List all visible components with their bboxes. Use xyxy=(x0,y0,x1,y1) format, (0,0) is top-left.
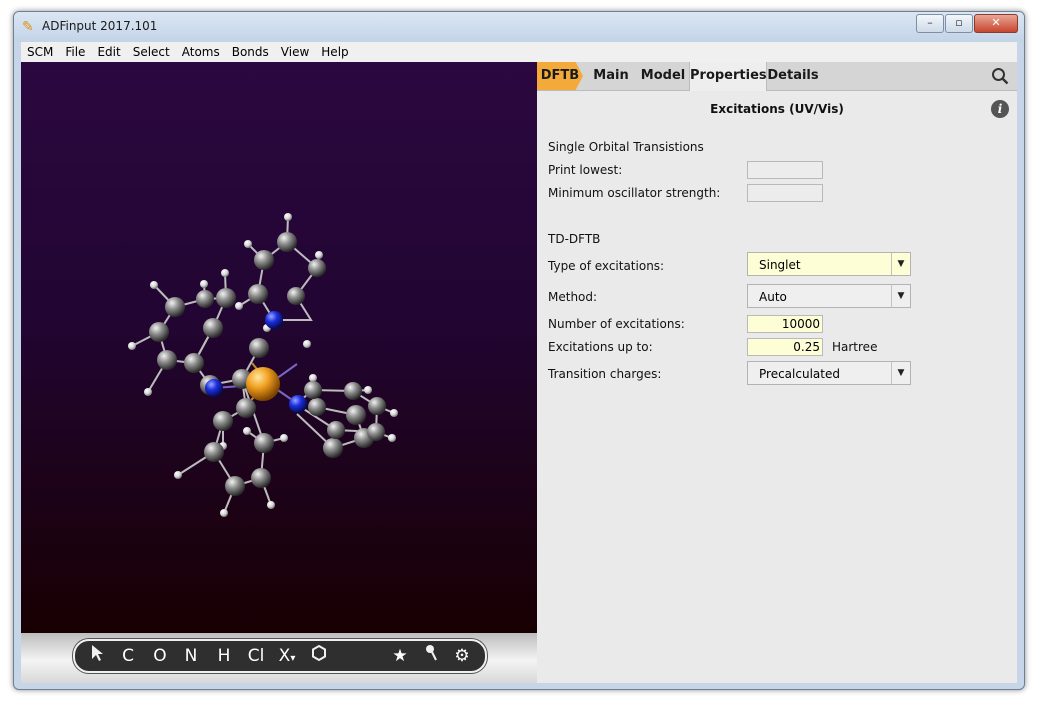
window-controls: – ▫ ✕ xyxy=(915,14,1018,33)
menu-file[interactable]: File xyxy=(59,45,91,59)
tab-dftb[interactable]: DFTB xyxy=(537,62,583,90)
settings-gear-icon[interactable]: ⚙ xyxy=(450,644,474,668)
transition-charges-value: Precalculated xyxy=(759,367,840,381)
sot-heading: Single Orbital Transistions xyxy=(548,140,704,154)
print-lowest-input[interactable] xyxy=(747,161,823,179)
transition-charges-select[interactable]: Precalculated ▼ xyxy=(747,361,911,385)
pin-tool-icon[interactable] xyxy=(420,644,444,668)
title-bar[interactable]: ✎ ADFinput 2017.101 – ▫ ✕ xyxy=(14,12,1024,42)
properties-panel: DFTB Main Model Properties Details Excit… xyxy=(537,62,1017,683)
menu-help[interactable]: Help xyxy=(315,45,354,59)
menu-select[interactable]: Select xyxy=(127,45,176,59)
section-title: Excitations (UV/Vis) xyxy=(710,102,844,116)
excitation-type-select[interactable]: Singlet ▼ xyxy=(747,252,911,276)
maximize-button[interactable]: ▫ xyxy=(945,14,973,33)
menu-atoms[interactable]: Atoms xyxy=(176,45,226,59)
ring-hexagon-icon[interactable] xyxy=(307,644,331,668)
minimize-button[interactable]: – xyxy=(916,14,944,33)
method-select[interactable]: Auto ▼ xyxy=(747,284,911,308)
search-icon[interactable] xyxy=(991,67,1009,85)
menu-scm[interactable]: SCM xyxy=(21,45,59,59)
viewport-bottom-strip: C O N H Cl X▾ ★ ⚙ xyxy=(21,633,537,683)
adf-app-icon: ✎ xyxy=(22,19,34,35)
element-x-arrow: ▾ xyxy=(290,653,296,664)
hydrogen-tool[interactable]: H xyxy=(212,644,236,668)
menu-bar: SCM File Edit Select Atoms Bonds View He… xyxy=(21,42,1017,62)
excitation-type-value: Singlet xyxy=(759,258,801,272)
element-picker-tool[interactable]: X▾ xyxy=(275,644,299,668)
oxygen-tool[interactable]: O xyxy=(148,644,172,668)
tddftb-heading: TD-DFTB xyxy=(548,232,601,246)
excitations-upto-input[interactable]: 0.25 xyxy=(747,338,823,356)
excitation-type-label: Type of excitations: xyxy=(548,259,665,273)
menu-bonds[interactable]: Bonds xyxy=(226,45,275,59)
molecule-atoms xyxy=(128,213,398,517)
min-oscillator-input[interactable] xyxy=(747,184,823,202)
tab-details[interactable]: Details xyxy=(767,62,819,90)
select-pointer-icon[interactable] xyxy=(85,644,109,668)
close-button[interactable]: ✕ xyxy=(974,14,1018,33)
star-icon[interactable]: ★ xyxy=(388,644,412,668)
molecule-viewport[interactable] xyxy=(21,62,537,633)
chlorine-tool[interactable]: Cl xyxy=(244,644,268,668)
info-icon[interactable]: i xyxy=(991,100,1009,118)
nitrogen-tool[interactable]: N xyxy=(179,644,203,668)
num-excitations-label: Number of excitations: xyxy=(548,317,685,331)
menu-view[interactable]: View xyxy=(275,45,315,59)
atom-toolbar: C O N H Cl X▾ ★ ⚙ xyxy=(73,639,487,673)
menu-edit[interactable]: Edit xyxy=(91,45,126,59)
min-oscillator-label: Minimum oscillator strength: xyxy=(548,186,721,200)
tab-properties[interactable]: Properties xyxy=(689,62,767,91)
window-title: ADFinput 2017.101 xyxy=(42,19,158,33)
num-excitations-input[interactable]: 10000 xyxy=(747,315,823,333)
chevron-down-icon[interactable]: ▼ xyxy=(891,362,910,384)
tab-main[interactable]: Main xyxy=(587,62,635,90)
app-window: ✎ ADFinput 2017.101 – ▫ ✕ SCM File Edit … xyxy=(13,11,1025,690)
chevron-down-icon[interactable]: ▼ xyxy=(891,253,910,275)
tab-model[interactable]: Model xyxy=(639,62,687,90)
transition-charges-label: Transition charges: xyxy=(548,367,662,381)
excitations-upto-label: Excitations up to: xyxy=(548,340,653,354)
carbon-tool[interactable]: C xyxy=(116,644,140,668)
method-value: Auto xyxy=(759,290,787,304)
method-label: Method: xyxy=(548,290,598,304)
chevron-down-icon[interactable]: ▼ xyxy=(891,285,910,307)
excitations-upto-unit: Hartree xyxy=(832,340,878,354)
print-lowest-label: Print lowest: xyxy=(548,163,623,177)
element-x-label: X xyxy=(278,646,291,666)
molecule-rendering xyxy=(128,213,398,517)
tab-bar: DFTB Main Model Properties Details xyxy=(537,62,1017,91)
